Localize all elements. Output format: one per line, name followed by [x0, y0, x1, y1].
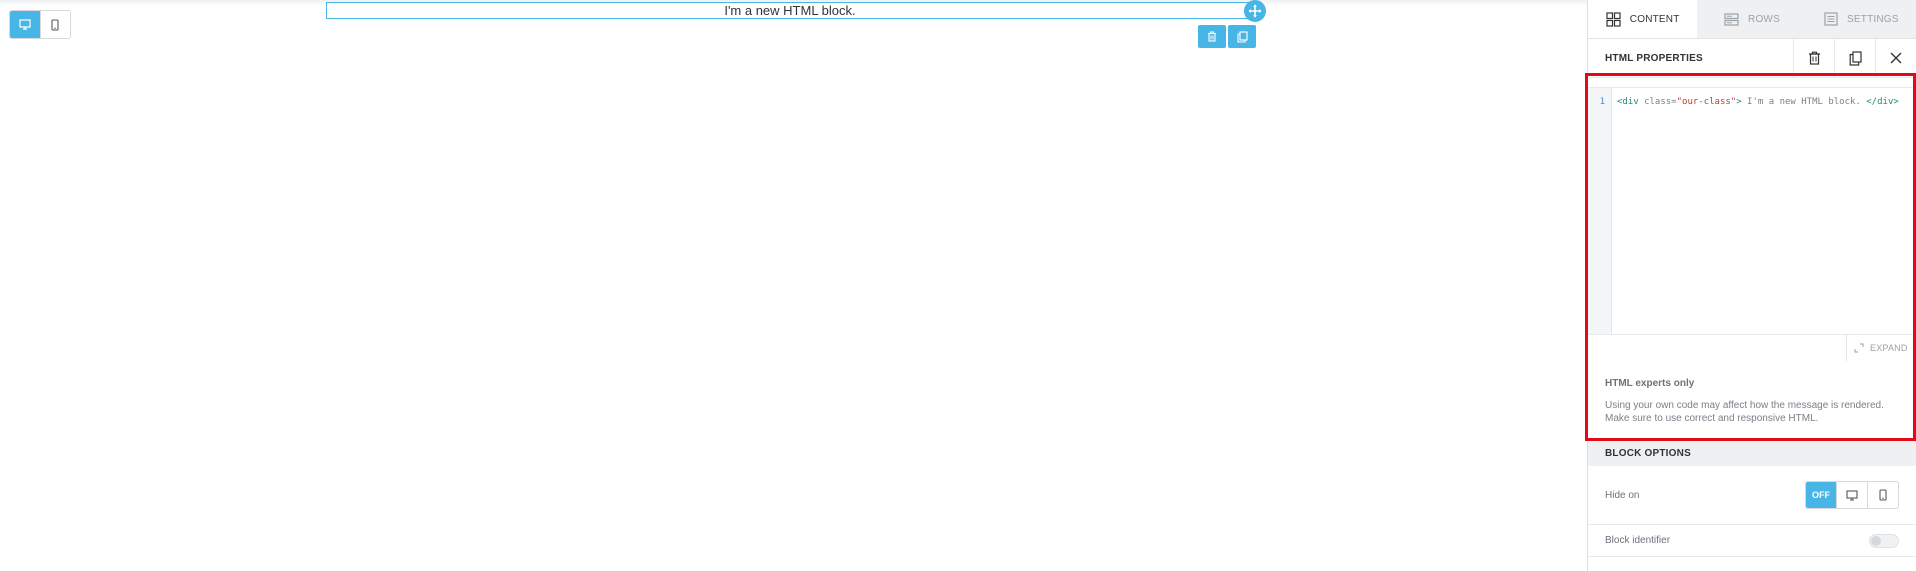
code-attribute: class=	[1644, 97, 1677, 107]
settings-list-icon	[1824, 12, 1838, 26]
move-icon	[1248, 4, 1262, 18]
tab-settings[interactable]: SETTINGS	[1807, 0, 1916, 38]
code-line: <div class="our-class"> I'm a new HTML b…	[1617, 97, 1899, 107]
code-open-tag: <div	[1617, 97, 1645, 107]
close-button[interactable]	[1875, 39, 1916, 77]
block-options-header: BLOCK OPTIONS	[1588, 440, 1916, 466]
trash-icon	[1208, 31, 1216, 42]
trash-icon	[1808, 51, 1820, 65]
html-content-block[interactable]: I'm a new HTML block.	[326, 2, 1254, 19]
duplicate-icon	[1849, 50, 1862, 66]
html-properties-header: HTML PROPERTIES	[1588, 39, 1916, 78]
tab-rows[interactable]: ROWS	[1697, 0, 1806, 38]
line-number-gutter: 1	[1588, 88, 1612, 334]
move-block-handle[interactable]	[1244, 0, 1266, 22]
code-editor[interactable]: 1 <div class="our-class"> I'm a new HTML…	[1588, 87, 1916, 335]
device-preview-toggle	[9, 10, 71, 39]
hide-on-off-button[interactable]: OFF	[1806, 482, 1836, 508]
tab-content-label: CONTENT	[1629, 13, 1680, 25]
note-body: Using your own code may affect how the m…	[1605, 400, 1884, 424]
close-icon	[1890, 52, 1902, 64]
toggle-knob	[1871, 535, 1881, 546]
hide-on-desktop-button[interactable]	[1836, 482, 1867, 508]
line-number: 1	[1599, 97, 1605, 107]
block-identifier-toggle[interactable]	[1869, 533, 1899, 548]
code-text: I'm a new HTML block.	[1741, 97, 1867, 107]
properties-panel: CONTENT ROWS SETTINGS HTML PROPERTIES 1 …	[1587, 0, 1916, 571]
mobile-view-button[interactable]	[39, 11, 71, 38]
hide-on-off-label: OFF	[1812, 490, 1830, 500]
desktop-icon	[1846, 489, 1858, 501]
desktop-icon	[19, 19, 31, 30]
delete-block-button[interactable]	[1198, 25, 1226, 48]
panel-tabs: CONTENT ROWS SETTINGS	[1588, 0, 1916, 39]
code-close-tag: </div>	[1866, 97, 1899, 107]
hide-on-label: Hide on	[1605, 489, 1640, 501]
hide-on-row: Hide on OFF	[1588, 466, 1916, 525]
duplicate-button[interactable]	[1834, 39, 1875, 77]
tab-settings-label: SETTINGS	[1847, 13, 1899, 25]
expand-icon	[1854, 343, 1864, 352]
tab-content[interactable]: CONTENT	[1588, 0, 1698, 38]
delete-button[interactable]	[1793, 39, 1834, 77]
expand-editor-button[interactable]: EXPAND	[1846, 334, 1916, 361]
block-identifier-label: Block identifier	[1605, 535, 1671, 546]
editor-canvas: I'm a new HTML block.	[0, 0, 1587, 571]
note-title: HTML experts only	[1605, 378, 1695, 389]
editor-footer: EXPAND	[1588, 334, 1916, 361]
mobile-icon	[51, 18, 59, 31]
html-block-text: I'm a new HTML block.	[724, 3, 856, 18]
grid-icon	[1606, 11, 1621, 27]
hide-on-selector: OFF	[1805, 481, 1899, 509]
duplicate-icon	[1236, 30, 1248, 43]
panel-section-title: HTML PROPERTIES	[1605, 52, 1703, 64]
duplicate-block-button[interactable]	[1228, 25, 1256, 48]
mobile-icon	[1879, 489, 1887, 501]
rows-icon	[1724, 12, 1739, 26]
html-warning-note: HTML experts only Using your own code ma…	[1605, 378, 1905, 425]
desktop-view-button[interactable]	[10, 11, 40, 38]
block-identifier-row: Block identifier	[1588, 525, 1916, 557]
expand-label: EXPAND	[1870, 342, 1908, 353]
block-action-buttons	[1198, 25, 1256, 48]
html-editor-area: 1 <div class="our-class"> I'm a new HTML…	[1588, 87, 1916, 424]
hide-on-mobile-button[interactable]	[1867, 482, 1898, 508]
code-attribute-value: "our-class"	[1676, 97, 1737, 107]
block-options-title: BLOCK OPTIONS	[1605, 447, 1691, 459]
tab-rows-label: ROWS	[1748, 13, 1780, 25]
